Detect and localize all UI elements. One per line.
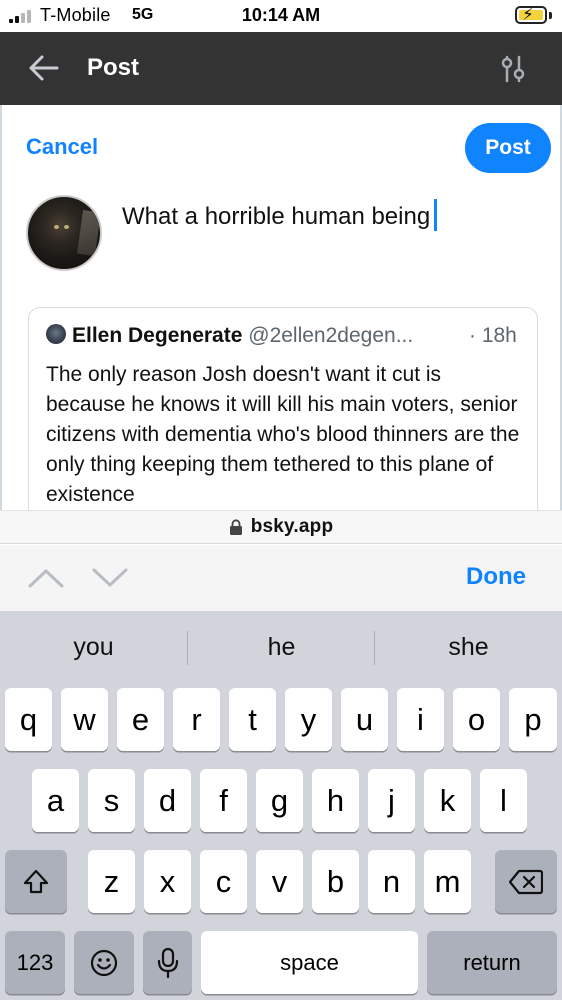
backspace-icon xyxy=(509,869,543,894)
app-header: Post xyxy=(0,32,562,105)
key-q[interactable]: q xyxy=(5,688,52,751)
chevron-up-icon[interactable] xyxy=(26,565,66,591)
key-s[interactable]: s xyxy=(88,769,135,832)
shift-icon xyxy=(23,869,49,893)
suggestion-item[interactable]: she xyxy=(375,633,562,662)
key-m[interactable]: m xyxy=(424,850,471,913)
predictive-suggestions: you he she xyxy=(0,611,562,685)
key-j[interactable]: j xyxy=(368,769,415,832)
quoted-post-card[interactable]: Ellen Degenerate @2ellen2degen... · 18h … xyxy=(28,307,538,537)
key-h[interactable]: h xyxy=(312,769,359,832)
quoted-post-age: · 18h xyxy=(469,324,517,347)
post-text-input[interactable]: What a horrible human being xyxy=(122,199,438,231)
cancel-button[interactable]: Cancel xyxy=(26,134,98,160)
browser-url-bar[interactable]: bsky.app xyxy=(0,510,562,544)
key-p[interactable]: p xyxy=(509,688,557,751)
quoted-author-handle: @2ellen2degen... xyxy=(248,324,414,347)
microphone-icon xyxy=(157,947,178,978)
key-o[interactable]: o xyxy=(453,688,500,751)
keyboard: you he she q w e r t y u i o p a s d f g… xyxy=(0,611,562,1000)
done-button[interactable]: Done xyxy=(466,563,526,591)
avatar-eye xyxy=(54,225,59,229)
space-key[interactable]: space xyxy=(201,931,418,994)
user-avatar[interactable] xyxy=(26,195,102,271)
key-k[interactable]: k xyxy=(424,769,471,832)
return-key[interactable]: return xyxy=(427,931,557,994)
key-d[interactable]: d xyxy=(144,769,191,832)
quoted-post-body: The only reason Josh doesn't want it cut… xyxy=(46,363,520,506)
shift-key[interactable] xyxy=(5,850,67,913)
post-text: What a horrible human being xyxy=(122,203,431,230)
suggestion-item[interactable]: you xyxy=(0,633,187,662)
key-c[interactable]: c xyxy=(200,850,247,913)
key-t[interactable]: t xyxy=(229,688,276,751)
quoted-author-avatar xyxy=(46,324,66,344)
page-title: Post xyxy=(87,54,140,81)
arrow-left-icon[interactable] xyxy=(28,54,60,82)
post-composer: Cancel Post What a horrible human being … xyxy=(0,105,562,537)
delete-key[interactable] xyxy=(495,850,557,913)
post-button[interactable]: Post xyxy=(465,123,551,173)
url-text: bsky.app xyxy=(250,516,334,537)
avatar-highlight xyxy=(77,209,100,257)
key-g[interactable]: g xyxy=(256,769,303,832)
key-i[interactable]: i xyxy=(397,688,444,751)
chevron-down-icon[interactable] xyxy=(90,565,130,591)
numbers-key[interactable]: 123 xyxy=(5,931,65,994)
status-time: 10:14 AM xyxy=(241,5,321,25)
key-u[interactable]: u xyxy=(341,688,388,751)
lock-icon xyxy=(229,519,242,535)
key-v[interactable]: v xyxy=(256,850,303,913)
key-z[interactable]: z xyxy=(88,850,135,913)
key-w[interactable]: w xyxy=(61,688,108,751)
key-f[interactable]: f xyxy=(200,769,247,832)
charging-bolt-icon: ⚡ xyxy=(522,5,534,24)
keyboard-accessory-bar: Done xyxy=(0,545,562,611)
avatar-eye xyxy=(64,225,69,229)
key-n[interactable]: n xyxy=(368,850,415,913)
dictation-key[interactable] xyxy=(143,931,192,994)
status-bar: T-Mobile 5G 10:14 AM ⚡ xyxy=(0,0,562,32)
sliders-icon[interactable] xyxy=(498,54,528,84)
key-e[interactable]: e xyxy=(117,688,164,751)
quoted-post-header: Ellen Degenerate @2ellen2degen... xyxy=(46,324,413,348)
quoted-author-name: Ellen Degenerate xyxy=(72,324,243,347)
key-l[interactable]: l xyxy=(480,769,527,832)
key-a[interactable]: a xyxy=(32,769,79,832)
key-x[interactable]: x xyxy=(144,850,191,913)
key-r[interactable]: r xyxy=(173,688,220,751)
key-y[interactable]: y xyxy=(285,688,332,751)
text-cursor xyxy=(434,199,438,231)
emoji-icon xyxy=(90,949,118,976)
battery-nub xyxy=(549,12,552,19)
key-b[interactable]: b xyxy=(312,850,359,913)
emoji-key[interactable] xyxy=(74,931,134,994)
suggestion-item[interactable]: he xyxy=(188,633,375,662)
